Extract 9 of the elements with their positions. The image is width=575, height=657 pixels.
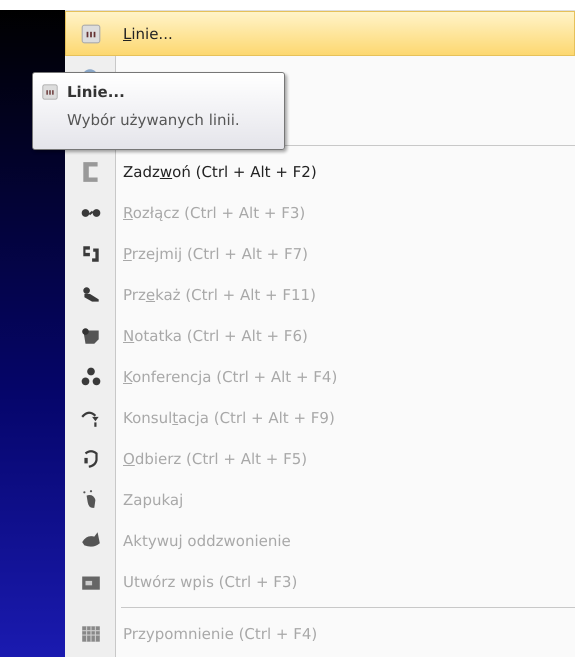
tooltip-description: Wybór używanych linii. — [67, 111, 241, 129]
menu-item-label[interactable]: Linie... — [123, 24, 173, 42]
lines-icon — [41, 83, 59, 101]
menu-item-icon — [80, 366, 102, 388]
menu-item-row[interactable]: Zadzwoń (Ctrl + Alt + F2) — [65, 151, 575, 192]
menu-item-row[interactable]: Linie... — [65, 11, 575, 56]
menu-item-icon — [80, 22, 102, 44]
tooltip-title: Linie... — [67, 83, 125, 101]
menu-item-label[interactable]: Zadzwoń (Ctrl + Alt + F2) — [123, 162, 317, 180]
